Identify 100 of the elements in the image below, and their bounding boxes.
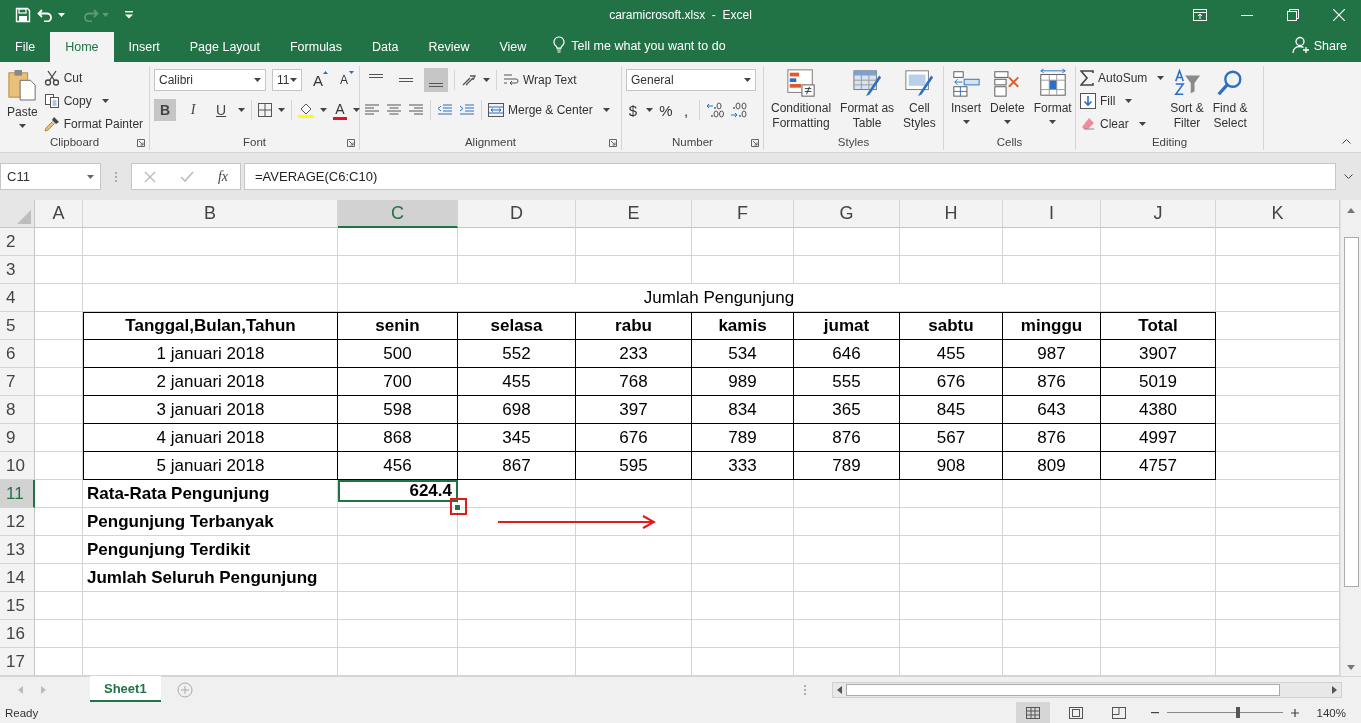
horizontal-scrollbar[interactable]: [832, 681, 1342, 698]
ribbon-tab[interactable]: Formulas: [274, 32, 358, 62]
column-header[interactable]: H: [900, 200, 1003, 228]
share-button[interactable]: Share: [1313, 39, 1347, 62]
caret-icon[interactable]: [238, 108, 245, 112]
style-button[interactable]: Conditional Formatting: [768, 66, 835, 131]
fill-handle[interactable]: [454, 504, 461, 511]
row-header[interactable]: 10: [0, 452, 35, 480]
lightbulb-icon[interactable]: [553, 36, 566, 53]
cells-button[interactable]: Format: [1030, 66, 1075, 124]
column-header[interactable]: D: [458, 200, 576, 228]
cut-button[interactable]: Cut: [43, 68, 144, 88]
tell-me-search[interactable]: Tell me what you want to do: [571, 39, 726, 62]
increase-indent-icon[interactable]: [459, 104, 475, 116]
column-header[interactable]: I: [1003, 200, 1101, 228]
copy-button[interactable]: Copy: [43, 91, 144, 111]
shrink-font-button[interactable]: A: [334, 69, 354, 91]
caret-icon[interactable]: [646, 108, 653, 112]
row-header[interactable]: 16: [0, 620, 35, 648]
caret-icon[interactable]: [278, 108, 285, 112]
scroll-right-icon[interactable]: [1332, 685, 1337, 694]
row-header[interactable]: 6: [0, 340, 35, 368]
ribbon-display-options-icon[interactable]: [1193, 9, 1207, 21]
row-header[interactable]: 17: [0, 648, 35, 676]
vertical-align-icon[interactable]: [424, 68, 448, 92]
increase-decimal-icon[interactable]: [706, 102, 724, 118]
paste-button[interactable]: Paste: [4, 66, 41, 128]
font-style-button[interactable]: B: [154, 99, 176, 121]
merge-center-button[interactable]: Merge & Center: [488, 100, 610, 120]
fill-color-icon[interactable]: [298, 102, 314, 118]
row-header[interactable]: 13: [0, 536, 35, 564]
row-header[interactable]: 3: [0, 256, 35, 284]
ribbon-tab[interactable]: Home: [50, 32, 114, 62]
clear-button[interactable]: Clear: [1080, 114, 1165, 134]
expand-formula-bar-icon[interactable]: [1344, 174, 1353, 179]
row-header[interactable]: 8: [0, 396, 35, 424]
person-icon[interactable]: [1291, 36, 1310, 54]
sheet-tab[interactable]: Sheet1: [90, 676, 161, 702]
row-header[interactable]: 2: [0, 228, 35, 256]
dialog-launcher-icon[interactable]: [137, 139, 145, 147]
number-format-field[interactable]: General: [626, 69, 756, 91]
ribbon-tab[interactable]: File: [0, 32, 51, 62]
zoom-out-icon[interactable]: [1150, 711, 1159, 714]
ribbon-tab[interactable]: View: [484, 32, 542, 62]
row-header[interactable]: 12: [0, 508, 35, 536]
font-name-field[interactable]: Calibri: [154, 69, 266, 91]
minimize-icon[interactable]: [1241, 14, 1253, 16]
scroll-left-icon[interactable]: [837, 685, 842, 694]
scrollbar-thumb[interactable]: [1343, 237, 1359, 587]
zoom-level[interactable]: 140%: [1316, 706, 1346, 719]
restore-icon[interactable]: [1287, 9, 1299, 21]
row-header[interactable]: 15: [0, 592, 35, 620]
row-header[interactable]: 14: [0, 564, 35, 592]
number-format-button[interactable]: ,: [679, 99, 693, 121]
number-format-button[interactable]: %: [659, 99, 673, 121]
decrease-decimal-icon[interactable]: [730, 102, 748, 118]
collapse-ribbon-icon[interactable]: [1342, 139, 1351, 144]
format-painter-button[interactable]: Format Painter: [43, 114, 144, 134]
customize-toolbar-icon[interactable]: [125, 11, 133, 19]
ribbon-tab[interactable]: Page Layout: [174, 32, 275, 62]
scrollbar-thumb[interactable]: [846, 683, 1280, 696]
dialog-launcher-icon[interactable]: [347, 139, 355, 147]
autosum-button[interactable]: AutoSum: [1080, 68, 1165, 88]
name-box[interactable]: C11: [0, 163, 101, 190]
undo-icon[interactable]: [37, 8, 55, 22]
cells-button[interactable]: Insert: [948, 66, 984, 124]
dialog-launcher-icon[interactable]: [609, 139, 617, 147]
column-header[interactable]: K: [1216, 200, 1340, 228]
row-header[interactable]: 4: [0, 284, 35, 312]
caret-icon[interactable]: [58, 13, 65, 17]
scroll-down-icon[interactable]: [1347, 665, 1355, 670]
grow-font-button[interactable]: A: [308, 69, 328, 91]
column-header[interactable]: G: [794, 200, 900, 228]
close-icon[interactable]: [1333, 9, 1345, 21]
font-style-button[interactable]: I: [182, 99, 204, 121]
view-button[interactable]: [1015, 702, 1050, 723]
style-button[interactable]: Format as Table: [837, 66, 898, 131]
insert-function-button[interactable]: fx: [217, 168, 228, 185]
row-header[interactable]: 5: [0, 312, 35, 340]
caret-icon[interactable]: [320, 108, 327, 112]
font-style-button[interactable]: U: [210, 99, 232, 121]
row-header[interactable]: 9: [0, 424, 35, 452]
font-color-button[interactable]: A: [333, 100, 347, 120]
column-header[interactable]: C: [338, 200, 458, 228]
caret-icon[interactable]: [353, 108, 360, 112]
dialog-launcher-icon[interactable]: [751, 139, 759, 147]
row-header[interactable]: 7: [0, 368, 35, 396]
cells-button[interactable]: Delete: [987, 66, 1028, 124]
column-header[interactable]: E: [576, 200, 692, 228]
column-header[interactable]: A: [35, 200, 83, 228]
text-orientation-icon[interactable]: [461, 73, 477, 87]
column-header[interactable]: F: [692, 200, 794, 228]
scroll-up-icon[interactable]: [1347, 208, 1355, 213]
style-button[interactable]: Cell Styles: [900, 66, 939, 131]
find-select-button[interactable]: Find & Select: [1209, 66, 1251, 131]
row-header[interactable]: 11: [0, 480, 35, 508]
zoom-in-icon[interactable]: [1290, 708, 1299, 717]
caret-icon[interactable]: [483, 78, 490, 82]
column-header[interactable]: B: [83, 200, 338, 228]
fill-button[interactable]: Fill: [1080, 91, 1165, 111]
